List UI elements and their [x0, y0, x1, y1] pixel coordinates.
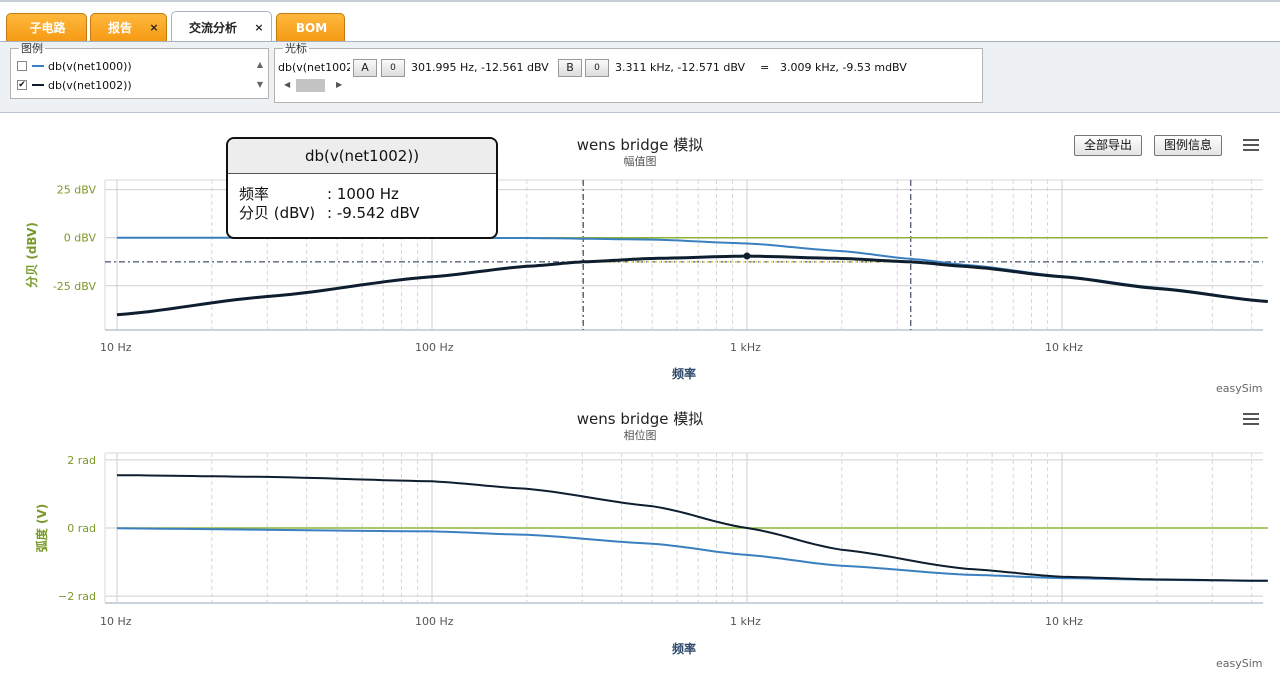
tooltip-label: 分贝 (dBV) [239, 204, 316, 222]
cursor-title: 光标 [285, 42, 307, 55]
horizontal-scrollbar-thumb[interactable] [296, 79, 325, 92]
tab-subcircuit[interactable]: 子电路 [6, 13, 87, 41]
tooltip-value: : 1000 Hz [327, 185, 399, 203]
legend-item-net1000[interactable]: db(v(net1000)) [17, 58, 132, 74]
highlight-point-marker [743, 252, 751, 260]
tooltip-row-db: 分贝 (dBV) : -9.542 dBV [239, 202, 420, 223]
x-tick-label: 100 Hz [415, 341, 454, 354]
x-tick-label: 10 kHz [1045, 615, 1083, 628]
x-tick-label: 100 Hz [415, 615, 454, 628]
watermark: easySim [1216, 382, 1263, 395]
control-panel: 图例 db(v(net1000)) ✔ db(v(net1002)) ▲ ▼ 光… [0, 42, 1280, 113]
legend-item-label: db(v(net1002)) [48, 78, 132, 92]
scroll-up-icon[interactable]: ▲ [255, 60, 265, 69]
series-line-1 [116, 527, 1268, 582]
close-icon[interactable]: × [147, 21, 161, 34]
cursor-b-button[interactable]: B [558, 59, 582, 77]
x-tick-label: 10 Hz [100, 615, 132, 628]
series-line-1 [117, 236, 1268, 303]
y-axis-title: 弧度 (V) [34, 504, 49, 552]
legend-info-button[interactable]: 图例信息 [1154, 135, 1222, 156]
line-swatch [32, 65, 44, 67]
tooltip-label: 频率 [239, 185, 270, 203]
legend-title: 图例 [21, 42, 43, 55]
chart-title: wens bridge 模拟 [576, 410, 704, 428]
tab-label: 交流分析 [188, 20, 237, 35]
data-tooltip: db(v(net1002)) 频率 : 1000 Hz 分贝 (dBV) : -9.… [226, 137, 498, 239]
tab-label: 报告 [107, 21, 132, 35]
y-tick-label: 25 dBV [57, 184, 97, 197]
x-tick-label: 10 Hz [100, 341, 132, 354]
watermark: easySim [1216, 657, 1263, 670]
cursor-box: 光标 db(v(net1002 A 0 301.995 Hz, -12.561 … [274, 43, 983, 103]
tab-report[interactable]: 报告 × [90, 13, 167, 41]
tooltip-title: db(v(net1002)) [228, 139, 496, 174]
cursor-b-reset-button[interactable]: 0 [585, 59, 609, 77]
y-tick-label: −2 rad [58, 590, 96, 603]
legend-item-label: db(v(net1000)) [48, 59, 132, 73]
tab-bar: 子电路 报告 × 交流分析 × BOM [0, 10, 1280, 42]
y-tick-label: 2 rad [67, 454, 96, 467]
chart-subtitle: 幅值图 [623, 155, 657, 168]
series-line-2 [117, 474, 1268, 582]
line-swatch [32, 84, 44, 86]
x-tick-label: 1 kHz [730, 341, 761, 354]
x-tick-label: 10 kHz [1045, 341, 1083, 354]
cursor-a-value: 301.995 Hz, -12.561 dBV [411, 61, 549, 74]
checkbox[interactable]: ✔ [17, 80, 27, 90]
cursor-b-value: 3.311 kHz, -12.571 dBV [615, 61, 746, 74]
tab-label: 子电路 [29, 21, 66, 35]
scroll-down-icon[interactable]: ▼ [255, 80, 265, 89]
checkbox[interactable] [17, 61, 27, 71]
tooltip-row-frequency: 频率 : 1000 Hz [239, 183, 399, 204]
cursor-delta-value: 3.009 kHz, -9.53 mdBV [780, 61, 907, 74]
top-border [0, 0, 1280, 2]
y-tick-label: 0 rad [67, 522, 96, 535]
x-axis-title: 频率 [672, 641, 696, 656]
y-tick-label: -25 dBV [53, 280, 97, 293]
tab-bom[interactable]: BOM [276, 13, 345, 41]
tooltip-value: : -9.542 dBV [327, 204, 420, 222]
y-axis-title: 分贝 (dBV) [24, 222, 39, 288]
scroll-right-icon[interactable]: ▶ [336, 80, 342, 89]
cursor-a-reset-button[interactable]: 0 [381, 59, 405, 77]
export-all-button[interactable]: 全部导出 [1074, 135, 1142, 156]
x-tick-label: 1 kHz [730, 615, 761, 628]
chart-subtitle: 相位图 [623, 429, 657, 442]
chart-menu-icon[interactable] [1239, 408, 1263, 430]
series-line-2 [116, 254, 1268, 317]
tab-label: BOM [295, 20, 328, 35]
scroll-left-icon[interactable]: ◀ [284, 80, 290, 89]
cursor-a-button[interactable]: A [353, 59, 377, 77]
legend-box: 图例 db(v(net1000)) ✔ db(v(net1002)) ▲ ▼ [10, 43, 269, 99]
chart-menu-icon[interactable] [1239, 134, 1263, 156]
close-icon[interactable]: × [252, 21, 266, 34]
legend-item-net1002[interactable]: ✔ db(v(net1002)) [17, 77, 132, 93]
tab-ac-analysis[interactable]: 交流分析 × [171, 11, 272, 42]
x-axis-title: 频率 [672, 366, 696, 381]
cursor-trace: db(v(net1002 [278, 61, 350, 74]
y-tick-label: 0 dBV [64, 232, 97, 245]
chart-title: wens bridge 模拟 [576, 136, 704, 154]
cursor-equals: = [760, 61, 770, 74]
